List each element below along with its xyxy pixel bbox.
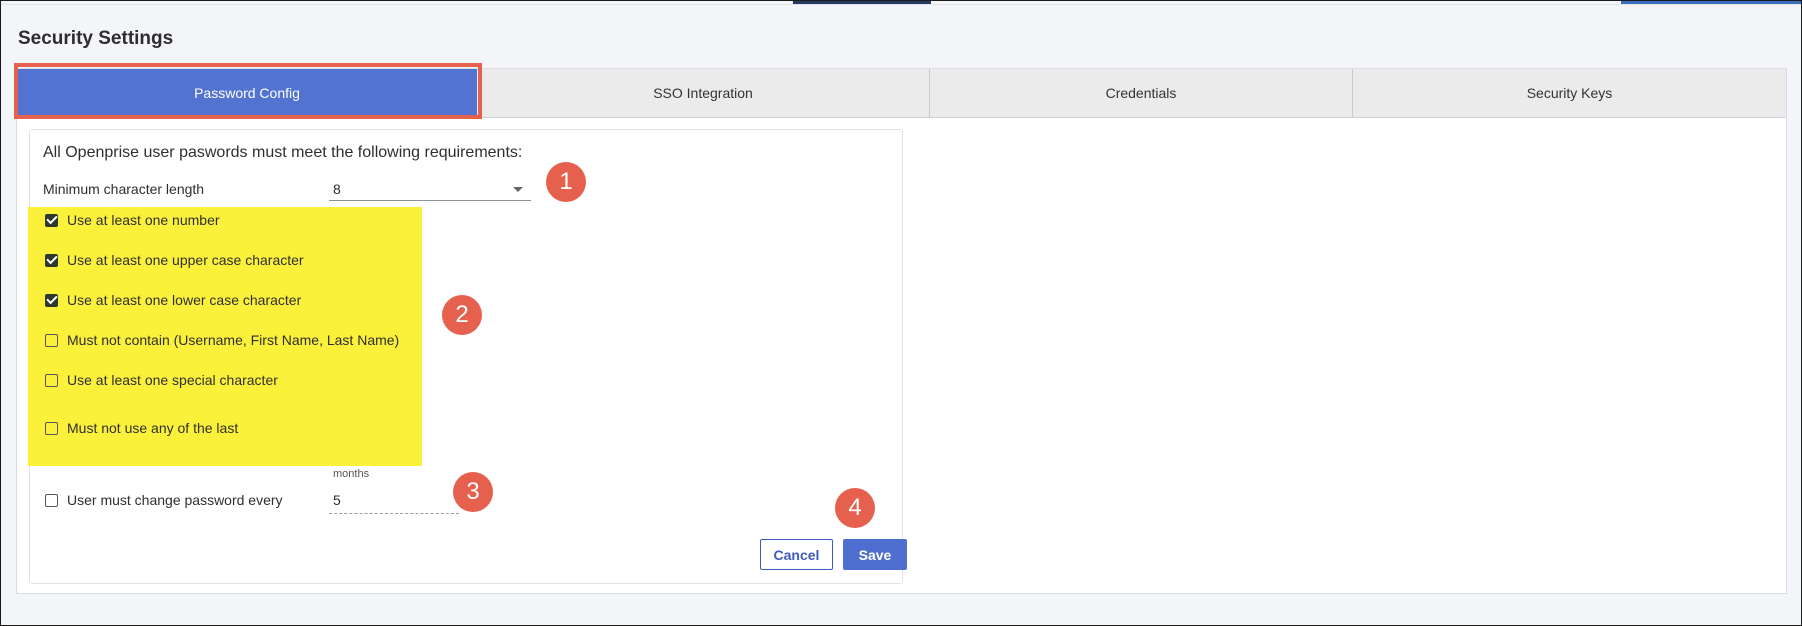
settings-panel: Password Config SSO Integration Credenti… [14, 63, 1787, 594]
rule-upper-case[interactable]: Use at least one upper case character [45, 250, 304, 270]
min-length-value: 8 [333, 181, 341, 197]
page-title: Security Settings [18, 28, 174, 49]
months-input[interactable] [329, 486, 459, 514]
months-label: months [333, 468, 370, 480]
checkbox-checked-icon[interactable] [45, 253, 58, 267]
rule-label: Must not use any of the last [67, 420, 239, 436]
callout-marker-3: 3 [453, 472, 493, 512]
callout-marker-2: 2 [442, 295, 482, 335]
tab-sso-integration[interactable]: SSO Integration [477, 69, 930, 117]
rule-label: Must not contain (Username, First Name, … [67, 332, 400, 348]
change-password-label: User must change password every [67, 492, 283, 508]
checkbox-icon[interactable] [45, 493, 58, 507]
rule-label: Use at least one upper case character [67, 252, 304, 268]
requirements-heading: All Openprise user paswords must meet th… [43, 144, 523, 161]
callout-marker-4: 4 [835, 488, 875, 528]
min-length-select[interactable]: 8 [329, 173, 531, 201]
min-length-label: Minimum character length [43, 181, 205, 197]
top-divider [1, 4, 1801, 5]
rule-password-history[interactable]: Must not use any of the last [45, 418, 238, 438]
rule-lower-case[interactable]: Use at least one lower case character [45, 290, 301, 310]
checkbox-checked-icon[interactable] [45, 213, 58, 227]
tab-bar: Password Config SSO Integration Credenti… [17, 69, 1786, 118]
tab-credentials[interactable]: Credentials [930, 69, 1353, 117]
rule-label: Use at least one special character [67, 372, 278, 388]
cancel-button[interactable]: Cancel [760, 539, 833, 570]
password-config-card: All Openprise user paswords must meet th… [28, 129, 907, 584]
rule-label: Use at least one lower case character [67, 292, 302, 308]
chevron-down-icon [513, 187, 523, 192]
checkbox-icon[interactable] [45, 333, 58, 347]
checkbox-checked-icon[interactable] [45, 293, 58, 307]
save-button[interactable]: Save [843, 539, 907, 570]
rule-label: Use at least one number [67, 212, 220, 228]
app-window: Security Settings Password Config SSO In… [0, 0, 1802, 626]
checkbox-icon[interactable] [45, 373, 58, 387]
rule-no-user-names[interactable]: Must not contain (Username, First Name, … [45, 330, 399, 350]
tab-password-config[interactable]: Password Config [17, 69, 477, 117]
change-password-row[interactable]: User must change password every [45, 490, 283, 510]
callout-marker-1: 1 [546, 162, 586, 202]
rule-special-character[interactable]: Use at least one special character [45, 370, 278, 390]
rule-number[interactable]: Use at least one number [45, 210, 220, 230]
checkbox-icon[interactable] [45, 421, 58, 435]
tab-security-keys[interactable]: Security Keys [1353, 69, 1786, 117]
